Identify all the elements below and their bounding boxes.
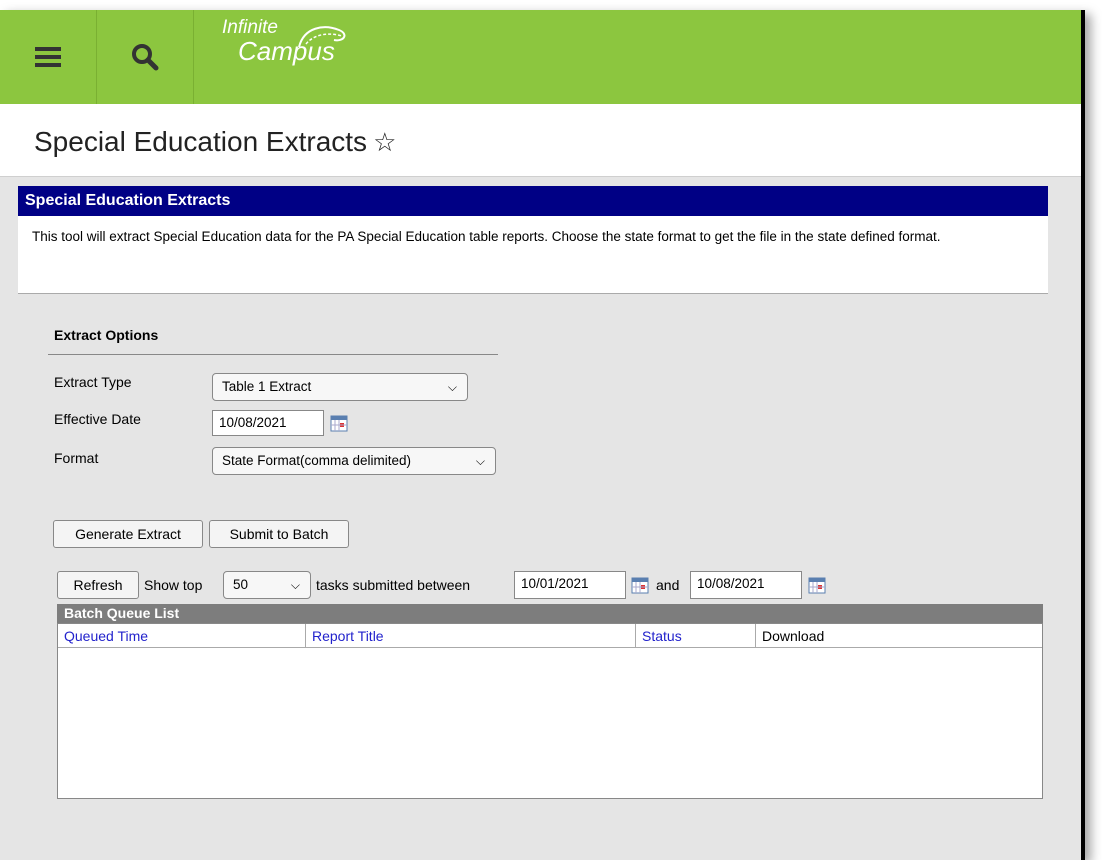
tool-description: This tool will extract Special Education…: [18, 216, 1048, 293]
effective-date-label: Effective Date: [54, 411, 141, 427]
extract-options-rule: [48, 354, 498, 355]
section-header: Special Education Extracts: [18, 186, 1048, 216]
extract-options-title: Extract Options: [54, 327, 159, 343]
extract-type-label: Extract Type: [54, 374, 132, 390]
favorite-star-icon[interactable]: ☆: [373, 127, 396, 157]
submit-to-batch-button[interactable]: Submit to Batch: [209, 520, 349, 548]
tasks-between-label: tasks submitted between: [316, 577, 471, 593]
column-report-title[interactable]: Report Title: [306, 624, 636, 648]
format-value: State Format(comma delimited): [222, 453, 412, 468]
show-top-select[interactable]: 50 ⌵: [223, 571, 311, 599]
start-date-input[interactable]: 10/01/2021: [514, 571, 626, 599]
refresh-button[interactable]: Refresh: [57, 571, 139, 599]
infinite-campus-logo[interactable]: Infinite Campus: [222, 18, 346, 64]
main-content: Special Education Extracts This tool wil…: [0, 177, 1081, 860]
chevron-down-icon: ⌵: [290, 578, 300, 592]
chevron-down-icon: ⌵: [447, 380, 457, 394]
effective-date-input[interactable]: 10/08/2021: [212, 410, 324, 436]
batch-queue-title: Batch Queue List: [57, 604, 1043, 623]
column-download: Download: [756, 624, 1042, 648]
calendar-icon[interactable]: [808, 576, 826, 594]
show-top-value: 50: [233, 577, 249, 592]
search-icon: [132, 44, 159, 71]
generate-extract-button[interactable]: Generate Extract: [53, 520, 203, 548]
top-navigation-bar: Infinite Campus: [0, 10, 1081, 104]
end-date-input[interactable]: 10/08/2021: [690, 571, 802, 599]
page-title: Special Education Extracts ☆: [34, 126, 396, 158]
column-status[interactable]: Status: [636, 624, 756, 648]
calendar-icon[interactable]: [330, 414, 348, 432]
logo-swoosh-icon: [298, 26, 346, 48]
page-title-text: Special Education Extracts: [34, 126, 368, 157]
divider: [18, 293, 1048, 294]
format-label: Format: [54, 450, 99, 466]
chevron-down-icon: ⌵: [475, 454, 485, 468]
batch-queue-table: Queued Time Report Title Status Download: [57, 623, 1043, 799]
format-select[interactable]: State Format(comma delimited) ⌵: [212, 447, 496, 475]
search-button[interactable]: [97, 10, 194, 104]
menu-button[interactable]: [0, 10, 97, 104]
extract-type-select[interactable]: Table 1 Extract ⌵: [212, 373, 468, 401]
show-top-label: Show top: [144, 577, 203, 593]
column-queued-time[interactable]: Queued Time: [58, 624, 306, 648]
calendar-icon[interactable]: [631, 576, 649, 594]
and-label: and: [656, 577, 680, 593]
extract-type-value: Table 1 Extract: [222, 379, 312, 394]
app-window: Infinite Campus Special Education Extrac…: [0, 10, 1085, 860]
hamburger-menu-icon: [35, 47, 61, 67]
